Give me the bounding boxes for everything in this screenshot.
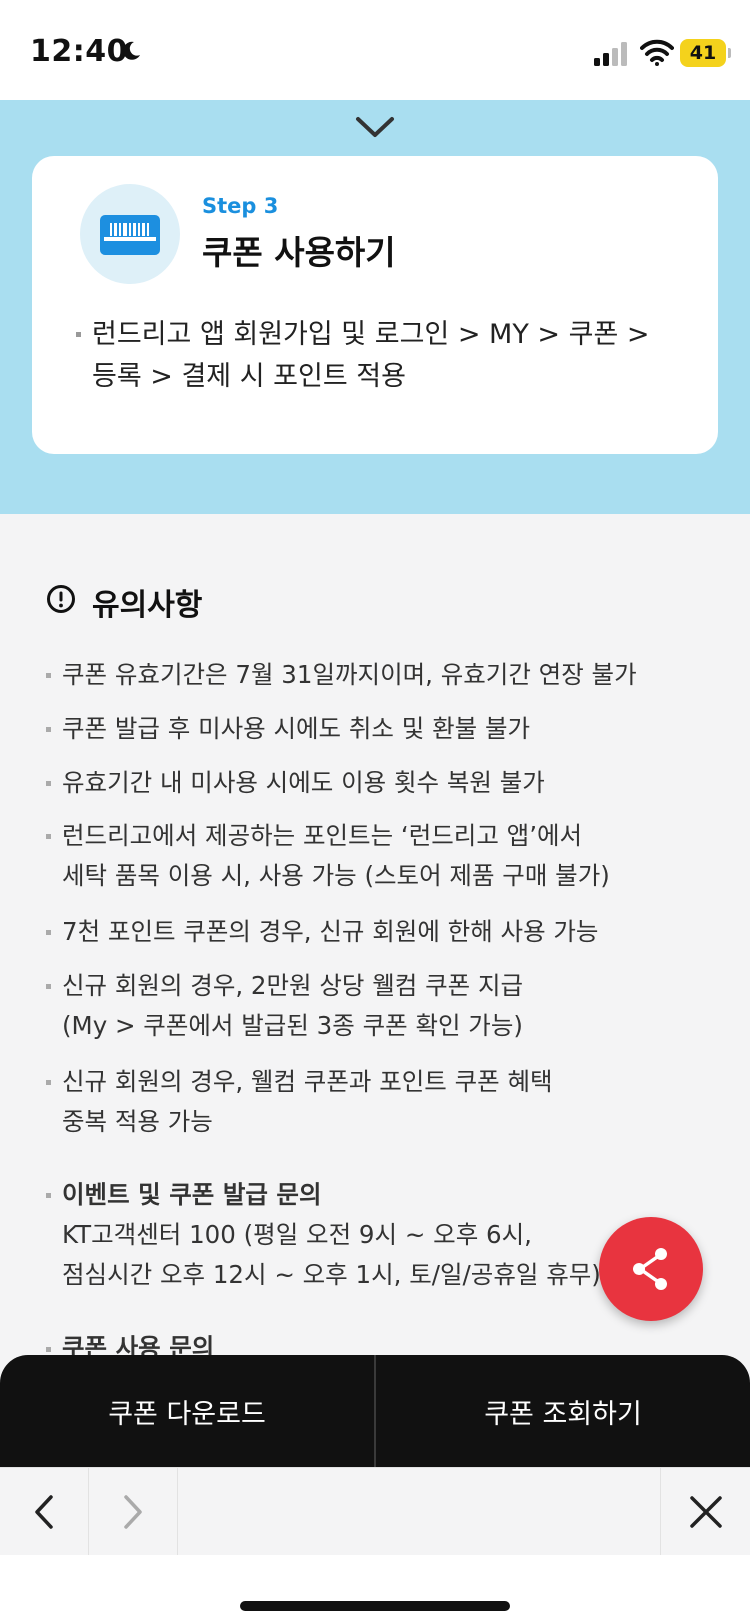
- home-indicator[interactable]: [240, 1601, 510, 1611]
- chevron-down-icon: [356, 117, 394, 137]
- coupon-action-bar: 쿠폰 다운로드 쿠폰 조회하기: [0, 1355, 750, 1467]
- bullet-dot: [46, 781, 51, 786]
- home-area: [0, 1555, 750, 1624]
- bullet-dot: [46, 1080, 51, 1085]
- bullet-dot: [46, 834, 51, 839]
- close-icon: [689, 1496, 722, 1528]
- note-item: 쿠폰 발급 후 미사용 시에도 취소 및 환불 불가: [62, 709, 702, 749]
- browser-nav-bar: [0, 1467, 750, 1556]
- inquiry-title: 이벤트 및 쿠폰 발급 문의: [62, 1180, 322, 1209]
- note-line: 신규 회원의 경우, 2만원 상당 웰컴 쿠폰 지급: [62, 971, 524, 1000]
- forward-arrow-icon: [124, 1495, 142, 1529]
- note-line: 유효기간 내 미사용 시에도 이용 횟수 복원 불가: [62, 768, 545, 797]
- status-time: 12:40: [30, 34, 128, 69]
- bullet-dot: [46, 1193, 51, 1198]
- bullet-dot: [46, 930, 51, 935]
- bullet-dot: [46, 1347, 51, 1352]
- back-arrow-icon: [35, 1495, 53, 1529]
- step-label: Step 3: [202, 194, 279, 218]
- step-description: 런드리고 앱 회원가입 및 로그인 > MY > 쿠폰 > 등록 > 결제 시 …: [92, 314, 692, 398]
- coupon-download-button[interactable]: 쿠폰 다운로드: [0, 1355, 374, 1467]
- note-line: 신규 회원의 경우, 웰컴 쿠폰과 포인트 쿠폰 혜택: [62, 1067, 553, 1096]
- step-desc-line: 등록 > 결제 시 포인트 적용: [92, 361, 406, 392]
- note-line: 쿠폰 유효기간은 7월 31일까지이며, 유효기간 연장 불가: [62, 660, 637, 689]
- note-line: 중복 적용 가능: [62, 1107, 213, 1136]
- bullet-dot: [46, 727, 51, 732]
- note-line: 쿠폰 발급 후 미사용 시에도 취소 및 환불 불가: [62, 714, 531, 743]
- forward-button[interactable]: [89, 1468, 178, 1556]
- note-line: 세탁 품목 이용 시, 사용 가능 (스토어 제품 구매 불가): [62, 861, 610, 890]
- note-item: 쿠폰 유효기간은 7월 31일까지이며, 유효기간 연장 불가: [62, 655, 702, 695]
- status-bar: 12:40 41: [0, 0, 750, 100]
- step-title: 쿠폰 사용하기: [202, 233, 396, 272]
- barcode-icon: [100, 215, 160, 255]
- step-card: Step 3 쿠폰 사용하기 런드리고 앱 회원가입 및 로그인 > MY > …: [32, 156, 718, 454]
- coupon-lookup-button[interactable]: 쿠폰 조회하기: [376, 1355, 750, 1467]
- note-item: 7천 포인트 쿠폰의 경우, 신규 회원에 한해 사용 가능: [62, 912, 702, 952]
- share-button[interactable]: [599, 1217, 703, 1321]
- alert-icon: [47, 585, 75, 613]
- back-button[interactable]: [0, 1468, 89, 1556]
- bullet-dot: [46, 984, 51, 989]
- share-icon: [633, 1248, 667, 1290]
- note-line: 7천 포인트 쿠폰의 경우, 신규 회원에 한해 사용 가능: [62, 917, 599, 946]
- note-item: 신규 회원의 경우, 2만원 상당 웰컴 쿠폰 지급 (My > 쿠폰에서 발급…: [62, 966, 702, 1046]
- note-item: 신규 회원의 경우, 웰컴 쿠폰과 포인트 쿠폰 혜택 중복 적용 가능: [62, 1062, 702, 1142]
- moon-icon: [123, 41, 140, 60]
- notes-title: 유의사항: [92, 588, 203, 623]
- note-line: (My > 쿠폰에서 발급된 3종 쿠폰 확인 가능): [62, 1011, 523, 1040]
- bullet-dot: [76, 332, 81, 337]
- bullet-dot: [46, 673, 51, 678]
- note-line: 런드리고에서 제공하는 포인트는 ‘런드리고 앱’에서: [62, 821, 583, 850]
- signal-icon: [594, 42, 627, 66]
- step-icon-circle: [80, 184, 180, 284]
- note-item: 런드리고에서 제공하는 포인트는 ‘런드리고 앱’에서 세탁 품목 이용 시, …: [62, 816, 702, 896]
- battery-indicator: 41: [680, 39, 731, 67]
- step-desc-line: 런드리고 앱 회원가입 및 로그인 > MY > 쿠폰 >: [92, 319, 650, 350]
- note-item: 유효기간 내 미사용 시에도 이용 횟수 복원 불가: [62, 763, 702, 803]
- wifi-icon: [640, 39, 674, 66]
- close-button[interactable]: [660, 1468, 750, 1556]
